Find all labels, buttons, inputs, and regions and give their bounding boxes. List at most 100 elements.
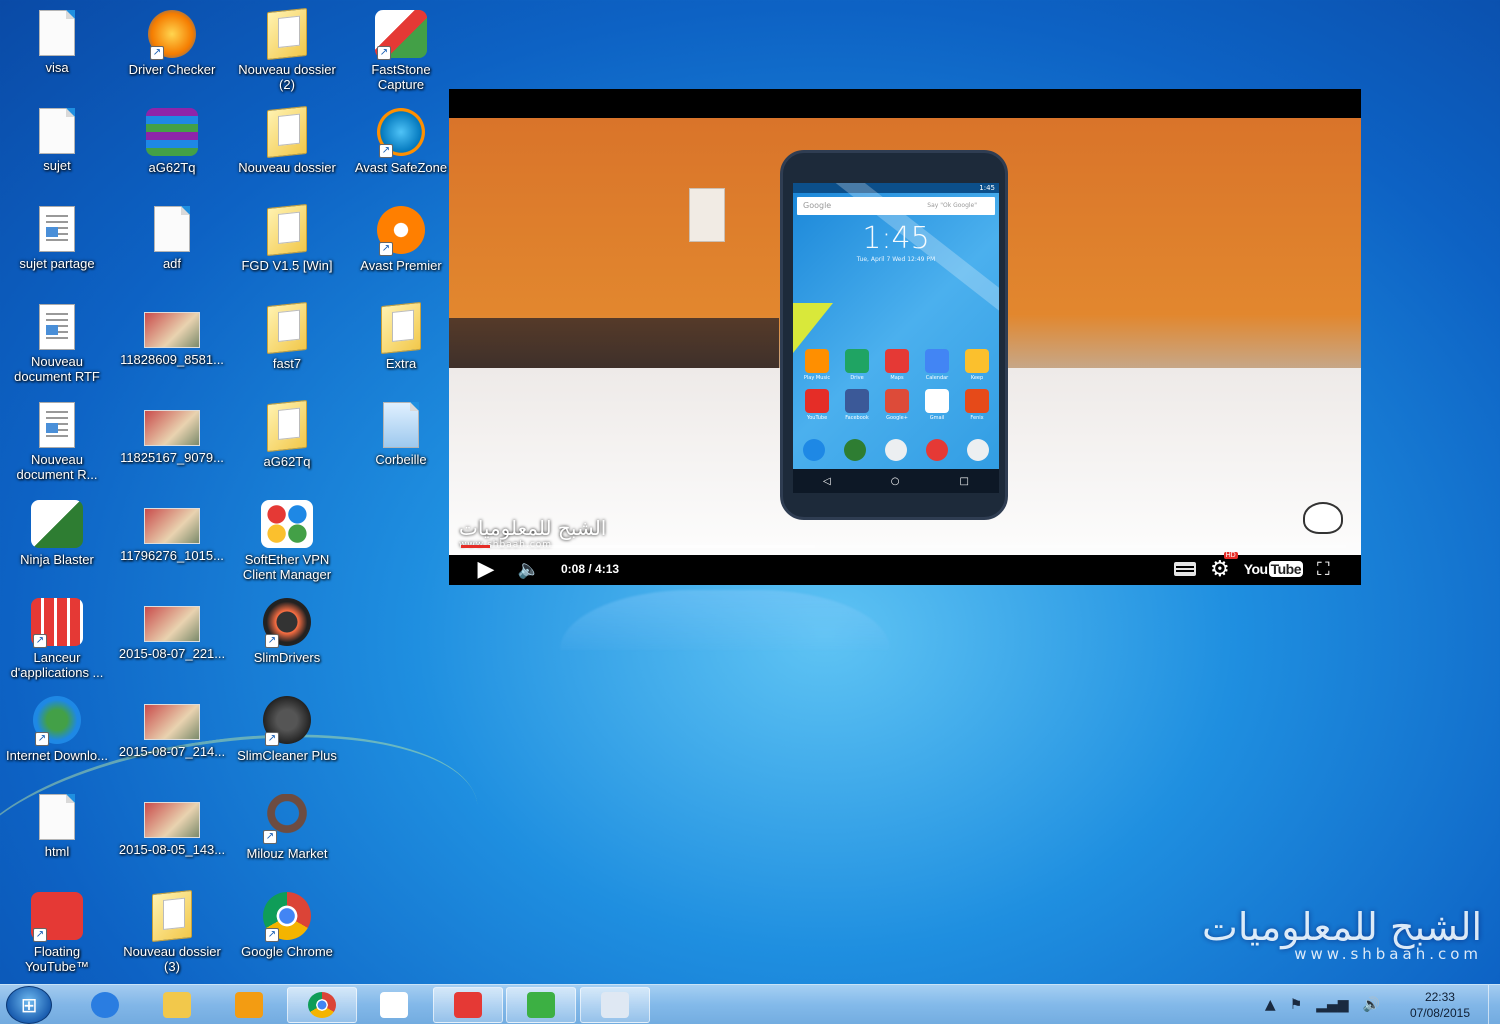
desktop-icon[interactable]: ↗ Milouz Market xyxy=(231,788,343,861)
show-desktop-button[interactable] xyxy=(1488,985,1500,1024)
taskbar-button[interactable] xyxy=(433,987,503,1023)
desktop-icon[interactable]: visa xyxy=(1,4,113,75)
youtube-logo-you: You xyxy=(1243,561,1268,577)
desktop-watermark: الشبح للمعلوميات www.shbaah.com xyxy=(1202,905,1482,963)
avast-safezone-icon: ↗ xyxy=(377,108,425,158)
desktop-icon[interactable]: Nouveau dossier xyxy=(231,102,343,175)
taskbar-button[interactable] xyxy=(580,987,650,1023)
desktop-icon[interactable]: sujet xyxy=(1,102,113,173)
hd-badge: HD xyxy=(1223,552,1238,559)
start-button[interactable]: ⊞ xyxy=(6,986,52,1024)
desktop-icon[interactable]: ↗ Avast SafeZone xyxy=(345,102,457,175)
desktop-icon-label: Avast SafeZone xyxy=(354,160,448,175)
taskbar-button[interactable] xyxy=(70,987,140,1023)
desktop-icon[interactable]: 11828609_8581... xyxy=(116,298,228,367)
desktop-icon[interactable]: ↗ Google Chrome xyxy=(231,886,343,959)
taskbar-button[interactable] xyxy=(359,987,429,1023)
desktop-icon[interactable]: Ninja Blaster xyxy=(1,494,113,567)
desktop-icon[interactable]: 11796276_1015... xyxy=(116,494,228,563)
desktop-icon[interactable]: html xyxy=(1,788,113,859)
desktop-icon-label: Extra xyxy=(385,356,417,371)
taskbar-button[interactable] xyxy=(142,987,212,1023)
taskbar-button[interactable] xyxy=(214,987,284,1023)
desktop-icon[interactable]: Nouveau document R... xyxy=(1,396,113,482)
desktop-icon[interactable]: aG62Tq xyxy=(231,396,343,469)
phone-app: Gmail xyxy=(919,389,955,421)
desktop-icon[interactable]: Nouveau dossier (3) xyxy=(116,886,228,974)
desktop-icon[interactable]: Nouveau dossier (2) xyxy=(231,4,343,92)
desktop-icon[interactable]: SoftEther VPN Client Manager xyxy=(231,494,343,582)
desktop-icon[interactable]: 11825167_9079... xyxy=(116,396,228,465)
desktop-icon[interactable]: ↗ Floating YouTube™ xyxy=(1,886,113,974)
folder-icon xyxy=(267,301,307,355)
desktop-icon[interactable]: aG62Tq xyxy=(116,102,228,175)
desktop-icon[interactable]: Corbeille xyxy=(345,396,457,467)
phone-app-icon xyxy=(925,349,949,373)
driver-checker-icon: ↗ xyxy=(148,10,196,60)
desktop-icon[interactable]: ↗ FastStone Capture xyxy=(345,4,457,92)
video-frame[interactable]: 1:45 Google Say "Ok Google" 1:45 Tue, Ap… xyxy=(449,118,1361,555)
subtitles-icon[interactable] xyxy=(1173,562,1196,576)
slimdrivers-icon: ↗ xyxy=(263,598,311,648)
desktop-icon-label: html xyxy=(44,844,70,859)
desktop-icon[interactable]: 2015-08-05_143... xyxy=(116,788,228,857)
phone-app-row-2: YouTube Facebook Google+ Gmail Fenix xyxy=(799,389,995,421)
desktop-icon-label: Floating YouTube™ xyxy=(24,944,90,974)
app-launcher-icon: ↗ xyxy=(31,598,83,648)
floating-video-player[interactable]: 1:45 Google Say "Ok Google" 1:45 Tue, Ap… xyxy=(449,89,1361,585)
tray-overflow-icon[interactable]: ▲ xyxy=(1265,997,1276,1013)
desktop-icon[interactable]: ↗ Avast Premier xyxy=(345,200,457,273)
desktop-icon[interactable]: ↗ Lanceur d'applications ... xyxy=(1,592,113,680)
shortcut-arrow-icon: ↗ xyxy=(265,928,279,942)
folder-icon xyxy=(267,7,307,61)
desktop-icon[interactable]: 2015-08-07_221... xyxy=(116,592,228,661)
floating-youtube-icon xyxy=(454,992,482,1018)
tray-date: 07/08/2015 xyxy=(1409,1006,1470,1020)
desktop-icon-label: sujet xyxy=(43,158,71,173)
text-document-icon xyxy=(154,206,190,252)
desktop-icon-label: sujet partage xyxy=(19,256,95,271)
settings-gear-icon[interactable]: ⚙ HD xyxy=(1210,552,1238,582)
desktop-icon-label: Nouveau document R... xyxy=(16,452,98,482)
desktop-icon[interactable]: Extra xyxy=(345,298,457,371)
phone-search-label: Google xyxy=(803,201,832,210)
network-signal-icon[interactable]: ▂▄▆ xyxy=(1316,997,1348,1013)
desktop-icon[interactable]: ↗ Driver Checker xyxy=(116,4,228,77)
play-button[interactable]: ▶ xyxy=(461,553,511,585)
image-thumbnail-icon xyxy=(144,704,200,740)
fullscreen-icon[interactable]: ⛶ xyxy=(1317,559,1341,580)
desktop-icon[interactable]: ↗ SlimDrivers xyxy=(231,592,343,665)
desktop-icon[interactable]: sujet partage xyxy=(1,200,113,271)
progress-bar[interactable] xyxy=(461,545,1346,548)
desktop-icon[interactable]: 2015-08-07_214... xyxy=(116,690,228,759)
shortcut-arrow-icon: ↗ xyxy=(263,830,277,844)
desktop-icon[interactable]: adf xyxy=(116,200,228,271)
desktop-icon-label: aG62Tq xyxy=(148,160,196,175)
volume-button[interactable]: 🔈 xyxy=(511,553,547,585)
progress-played xyxy=(461,545,491,548)
folder-icon xyxy=(267,105,307,159)
desktop-icon[interactable]: Nouveau document RTF xyxy=(1,298,113,384)
phone-app-icon xyxy=(965,389,989,413)
taskbar-button[interactable] xyxy=(506,987,576,1023)
phone-dock-icon xyxy=(802,439,825,461)
phone-dock-icon xyxy=(843,439,866,461)
desktop-icon[interactable]: fast7 xyxy=(231,298,343,371)
desktop-icon[interactable]: FGD V1.5 [Win] xyxy=(231,200,343,273)
channel-dog-logo-icon xyxy=(1303,502,1343,534)
desktop-icon-label: Driver Checker xyxy=(128,62,216,77)
desktop-icon[interactable]: ↗ SlimCleaner Plus xyxy=(231,690,343,763)
image-thumbnail-icon xyxy=(144,508,200,544)
taskbar-button[interactable] xyxy=(287,987,357,1023)
desktop-icon-label: Avast Premier xyxy=(360,258,442,273)
youtube-logo-icon[interactable]: You Tube xyxy=(1244,561,1303,577)
action-center-flag-icon[interactable]: ⚑ xyxy=(1290,997,1303,1013)
phone-app-icon xyxy=(885,389,909,413)
app-launcher-icon xyxy=(380,992,408,1018)
progress-buffered xyxy=(461,545,815,548)
volume-icon[interactable]: 🔊 xyxy=(1363,997,1380,1013)
desktop-icon-label: Nouveau dossier (3) xyxy=(123,944,221,974)
tray-clock[interactable]: 22:33 07/08/2015 xyxy=(1410,989,1470,1021)
desktop-icon[interactable]: ↗ Internet Downlo... xyxy=(1,690,113,763)
player-controls: ▶ 🔈 0:08 / 4:13 ⚙ HD You Tube ⛶ xyxy=(449,552,1361,585)
